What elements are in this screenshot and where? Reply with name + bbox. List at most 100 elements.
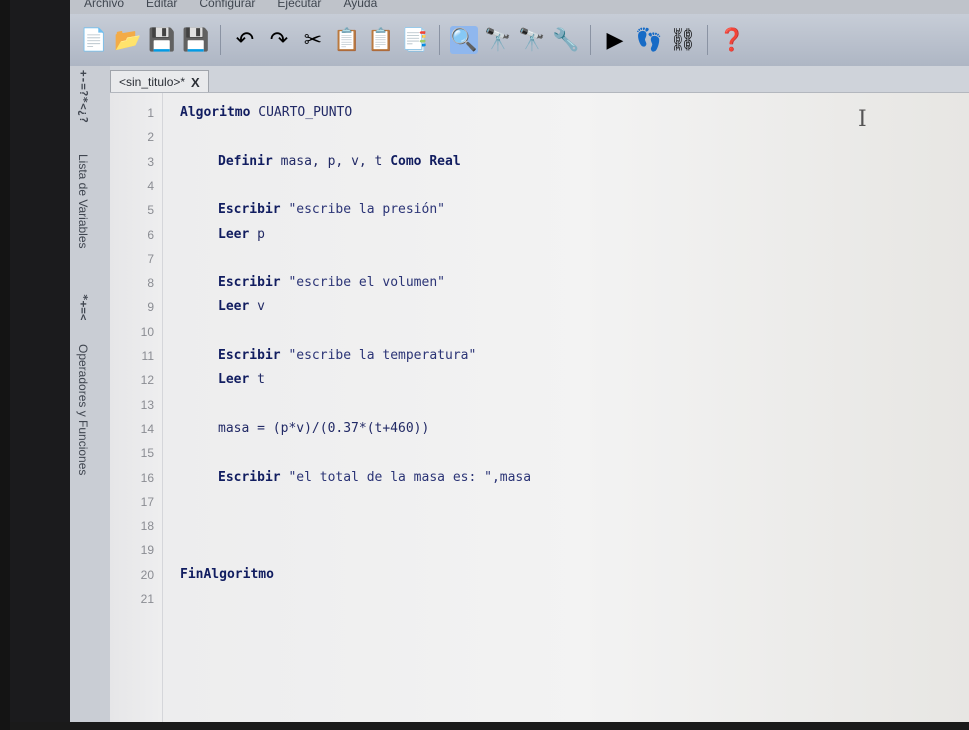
code-editor[interactable]: I 1 Algoritmo CUARTO_PUNTO 2 3 Definir masa,…	[110, 92, 969, 730]
code-token: Leer	[218, 372, 258, 388]
code-line[interactable]: 15	[110, 441, 969, 465]
cut-icon[interactable]: ✂	[299, 26, 327, 54]
code-token: FinAlgoritmo	[180, 566, 274, 582]
replace-icon[interactable]: 🔧	[552, 26, 580, 54]
menu-configurar[interactable]: Configurar	[199, 0, 255, 10]
code-text: Escribir "el total de la masa es: ",masa	[218, 466, 531, 490]
screen-bezel-bottom	[10, 722, 969, 730]
code-text: Leer p	[218, 223, 265, 247]
code-text: Escribir "escribe la temperatura"	[218, 344, 476, 368]
code-token: Leer	[218, 226, 258, 242]
code-line[interactable]: 7	[110, 247, 969, 271]
variables-panel-symbols[interactable]: +-=?*<¿?	[77, 70, 90, 123]
code-line[interactable]: 2	[110, 125, 969, 149]
line-number: 19	[140, 543, 154, 558]
code-line[interactable]: 5 Escribir "escribe la presión"	[110, 198, 969, 222]
code-token: "escribe la temperatura"	[288, 348, 477, 363]
toolbar: 📄 📂 💾 💾 ↶ ↷ ✂ 📋 📋 📑 🔍 🔭 🔭 🔧 ▶ 👣 ⛓ ❓	[70, 14, 969, 66]
code-line[interactable]: 11 Escribir "escribe la temperatura"	[110, 344, 969, 368]
code-token: Escribir	[218, 348, 289, 363]
help-icon[interactable]: ❓	[718, 26, 746, 54]
line-number: 20	[140, 567, 154, 582]
side-panel: +-=?*<¿? Lista de Variables *+=< Operado…	[70, 66, 111, 730]
code-token: v	[257, 299, 265, 315]
tab-title: <sin_titulo>*	[119, 75, 186, 89]
line-number: 14	[140, 421, 154, 436]
line-number: 15	[140, 446, 154, 461]
indent-icon[interactable]: 📑	[401, 26, 429, 54]
menu-ayuda[interactable]: Ayuda	[343, 0, 377, 10]
code-token: Escribir	[218, 469, 289, 485]
step-icon[interactable]: 👣	[635, 26, 663, 54]
flowchart-icon[interactable]: ⛓	[669, 26, 697, 54]
code-line[interactable]: 20 FinAlgoritmo	[110, 563, 969, 587]
operators-panel-label[interactable]: Operadores y Funciones	[76, 344, 90, 475]
code-line[interactable]: 6 Leer p	[110, 223, 969, 247]
code-line[interactable]: 16 Escribir "el total de la masa es: ",ma…	[110, 466, 969, 490]
line-number: 3	[147, 154, 154, 169]
variables-panel-label[interactable]: Lista de Variables	[76, 154, 90, 249]
line-number: 21	[140, 592, 154, 606]
code-line[interactable]: 1 Algoritmo CUARTO_PUNTO	[110, 101, 969, 125]
code-line[interactable]: 9 Leer v	[110, 295, 969, 319]
open-icon[interactable]: 📂	[114, 26, 142, 54]
code-line[interactable]: 19	[110, 538, 969, 562]
find-icon[interactable]: 🔭	[484, 26, 512, 54]
code-line[interactable]: 3 Definir masa, p, v, t Como Real	[110, 150, 969, 174]
code-token: "escribe la presión"	[288, 202, 445, 218]
code-text: Leer t	[218, 368, 265, 392]
code-line[interactable]: 12 Leer t	[110, 368, 969, 392]
code-token: masa = (p*v)/(0.37*(t+460))	[218, 420, 430, 436]
code-token: Escribir	[218, 275, 289, 291]
line-number: 18	[140, 519, 154, 534]
save-as-icon[interactable]: 💾	[182, 26, 210, 54]
new-file-icon[interactable]: 📄	[80, 26, 108, 54]
menu-ejecutar[interactable]: Ejecutar	[277, 0, 321, 10]
line-number: 16	[140, 470, 154, 485]
line-number: 2	[147, 130, 154, 145]
line-number: 12	[140, 373, 154, 388]
code-token: Leer	[218, 299, 258, 315]
line-number: 17	[140, 494, 154, 509]
line-number: 1	[147, 106, 154, 120]
code-text: Algoritmo CUARTO_PUNTO	[180, 101, 352, 125]
operators-panel-symbols[interactable]: *+=<	[77, 294, 90, 321]
code-line[interactable]: 8 Escribir "escribe el volumen"	[110, 271, 969, 295]
menu-archivo[interactable]: Archivo	[84, 0, 124, 10]
tab-bar: <sin_titulo>* X	[110, 66, 969, 93]
toolbar-separator	[707, 25, 708, 55]
line-number: 7	[147, 251, 154, 266]
code-line[interactable]: 4	[110, 174, 969, 198]
code-token: Algoritmo	[180, 105, 259, 120]
code-line[interactable]: 10	[110, 320, 969, 344]
code-token: Escribir	[218, 202, 289, 218]
menu-editar[interactable]: Editar	[146, 0, 177, 10]
code-token: Definir	[218, 153, 281, 169]
toolbar-separator	[590, 25, 591, 55]
tab-sin-titulo[interactable]: <sin_titulo>* X	[110, 70, 209, 93]
line-number: 5	[147, 203, 154, 218]
code-line[interactable]: 13	[110, 393, 969, 417]
save-icon[interactable]: 💾	[148, 26, 176, 54]
code-line[interactable]: 18	[110, 514, 969, 538]
screen: Archivo Editar Configurar Ejecutar Ayuda…	[10, 0, 969, 730]
undo-icon[interactable]: ↶	[231, 26, 259, 54]
close-icon[interactable]: X	[191, 75, 200, 90]
search-icon[interactable]: 🔍	[450, 26, 478, 54]
code-text: Escribir "escribe el volumen"	[218, 271, 445, 295]
code-line[interactable]: 17	[110, 490, 969, 514]
redo-icon[interactable]: ↷	[265, 26, 293, 54]
find-next-icon[interactable]: 🔭	[518, 26, 546, 54]
menubar: Archivo Editar Configurar Ejecutar Ayuda	[70, 0, 969, 14]
copy-icon[interactable]: 📋	[333, 26, 361, 54]
line-number: 10	[140, 324, 154, 339]
code-token: p	[257, 226, 265, 242]
code-line[interactable]: 14 masa = (p*v)/(0.37*(t+460))	[110, 417, 969, 441]
line-number: 9	[147, 300, 154, 315]
line-number: 13	[140, 397, 154, 412]
paste-icon[interactable]: 📋	[367, 26, 395, 54]
code-token: CUARTO_PUNTO	[258, 105, 353, 120]
code-line[interactable]: 21	[110, 587, 969, 611]
code-text: Escribir "escribe la presión"	[218, 198, 445, 222]
run-icon[interactable]: ▶	[601, 26, 629, 54]
